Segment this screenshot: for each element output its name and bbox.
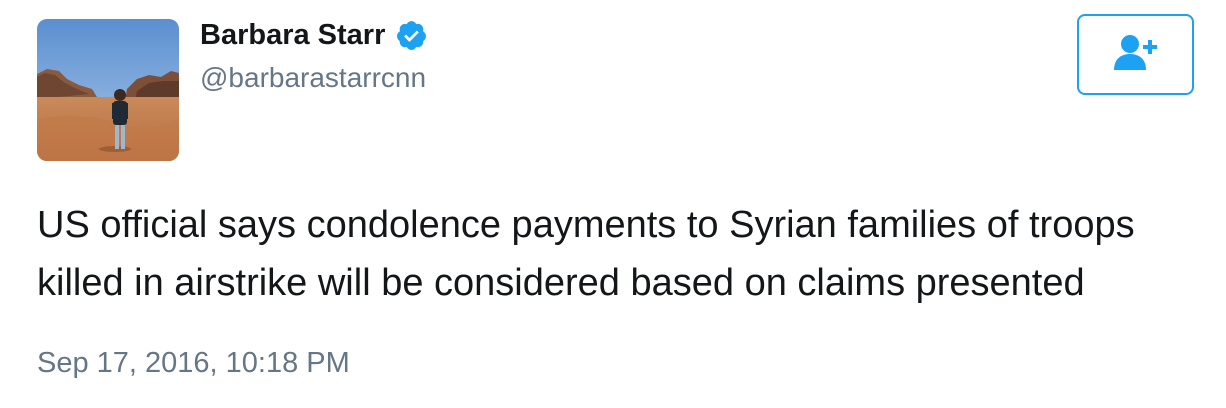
- tweet-card: Barbara Starr @barbarastarrcnn US offici…: [0, 0, 1226, 408]
- add-user-icon: [1112, 32, 1160, 77]
- tweet-text: US official says condolence payments to …: [37, 204, 1135, 304]
- display-name[interactable]: Barbara Starr: [200, 16, 428, 54]
- display-name-text: Barbara Starr: [200, 19, 386, 51]
- user-handle[interactable]: @barbarastarrcnn: [200, 60, 426, 96]
- avatar[interactable]: [37, 19, 179, 161]
- avatar-photo: [37, 19, 179, 161]
- verified-badge-icon: [395, 19, 428, 52]
- follow-button[interactable]: [1077, 14, 1194, 95]
- tweet-timestamp[interactable]: Sep 17, 2016, 10:18 PM: [37, 344, 350, 382]
